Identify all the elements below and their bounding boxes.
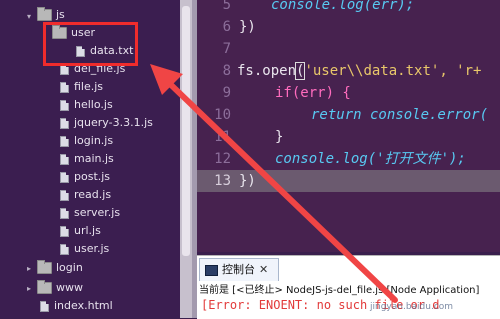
project-explorer: ▾ js user data.txt del_file.js file.js h… (0, 0, 180, 318)
code-line: 7 (197, 38, 500, 60)
line-number: 13 (214, 173, 231, 189)
folder-icon (37, 280, 52, 294)
folder-icon (37, 260, 52, 274)
expand-arrow-icon[interactable]: ▸ (27, 284, 31, 293)
current-line: 13 }) (197, 170, 500, 192)
tree-item-post-js[interactable]: post.js (60, 168, 110, 186)
html-file-icon (40, 300, 49, 312)
code-fs-open: fs.open('user\\data.txt', 'r+ (237, 62, 482, 80)
code-line: 5 console.log(err); (197, 0, 500, 16)
code-line: 11 } (197, 126, 500, 148)
code-text: console.log('打开文件'); (275, 148, 466, 170)
explorer-scrollbar[interactable] (180, 0, 192, 318)
code-line: 10 return console.error( (197, 104, 500, 126)
tab-console[interactable]: 控制台 ✕ (199, 258, 279, 281)
js-file-icon (60, 171, 69, 183)
tree-item-www-folder[interactable]: www (37, 279, 83, 297)
line-number: 9 (222, 85, 231, 101)
expand-arrow-icon[interactable]: ▸ (27, 264, 31, 273)
console-tab-label: 控制台 (222, 263, 255, 276)
console-icon (205, 264, 218, 276)
tree-item-login-folder[interactable]: login (37, 259, 83, 277)
js-file-icon (60, 243, 69, 255)
line-number: 11 (214, 129, 231, 145)
line-number: 5 (222, 0, 231, 13)
tree-item-url-js[interactable]: url.js (60, 222, 101, 240)
code-text: console.log(err); (271, 0, 414, 16)
code-line: 8 fs.open('user\\data.txt', 'r+ (197, 60, 500, 82)
js-file-icon (60, 207, 69, 219)
code-text: fs.open('user\\data.txt', 'r+ (237, 60, 481, 82)
code-editor[interactable]: 5 console.log(err); 6 }) 7 8 fs.open('us… (197, 0, 500, 252)
js-file-icon (60, 135, 69, 147)
folder-icon (37, 7, 52, 21)
js-file-icon (60, 225, 69, 237)
highlight-box (43, 22, 138, 66)
code-return: return console.error( (311, 107, 489, 123)
code-line: 6 }) (197, 16, 500, 38)
code-text: }) (239, 19, 256, 35)
tree-item-jquery-js[interactable]: jquery-3.3.1.js (60, 114, 153, 132)
code-text: }) (239, 173, 256, 189)
tree-item-server-js[interactable]: server.js (60, 204, 120, 222)
watermark: jingyan.baidu.com (370, 302, 454, 312)
code-line: 9 if(err) { (197, 82, 500, 104)
scrollbar-thumb[interactable] (182, 6, 190, 256)
tree-item-main-js[interactable]: main.js (60, 150, 114, 168)
line-number: 10 (214, 107, 231, 123)
line-number: 8 (222, 63, 231, 79)
tree-item-file-js[interactable]: file.js (60, 78, 103, 96)
tree-item-read-js[interactable]: read.js (60, 186, 111, 204)
line-number: 6 (222, 19, 231, 35)
console-panel: 控制台 ✕ 当前是 [<已终止> NodeJS-js-del_file.js [N… (197, 255, 500, 319)
code-text: } (275, 129, 284, 145)
line-number: 12 (214, 151, 231, 167)
tree-item-user-js[interactable]: user.js (60, 240, 109, 258)
js-file-icon (60, 189, 69, 201)
code-text: if(err) { (275, 82, 351, 104)
code-console-log: console.log(err); (271, 0, 415, 13)
js-file-icon (60, 153, 69, 165)
console-status: 当前是 [<已终止> NodeJS-js-del_file.js [Node A… (199, 285, 480, 296)
tree-item-index-html[interactable]: index.html (40, 297, 113, 315)
code-if: if(err) { (275, 85, 351, 101)
tree-item-hello-js[interactable]: hello.js (60, 96, 113, 114)
close-icon[interactable]: ✕ (259, 263, 268, 276)
code-console-log: console.log('打开文件'); (275, 151, 466, 167)
js-file-icon (60, 81, 69, 93)
js-file-icon (60, 99, 69, 111)
tree-item-login-js[interactable]: login.js (60, 132, 113, 150)
code-line: 12 console.log('打开文件'); (197, 148, 500, 170)
collapse-arrow-icon[interactable]: ▾ (27, 12, 31, 21)
js-file-icon (60, 117, 69, 129)
line-number: 7 (222, 41, 231, 57)
code-text: return console.error( (311, 104, 488, 126)
